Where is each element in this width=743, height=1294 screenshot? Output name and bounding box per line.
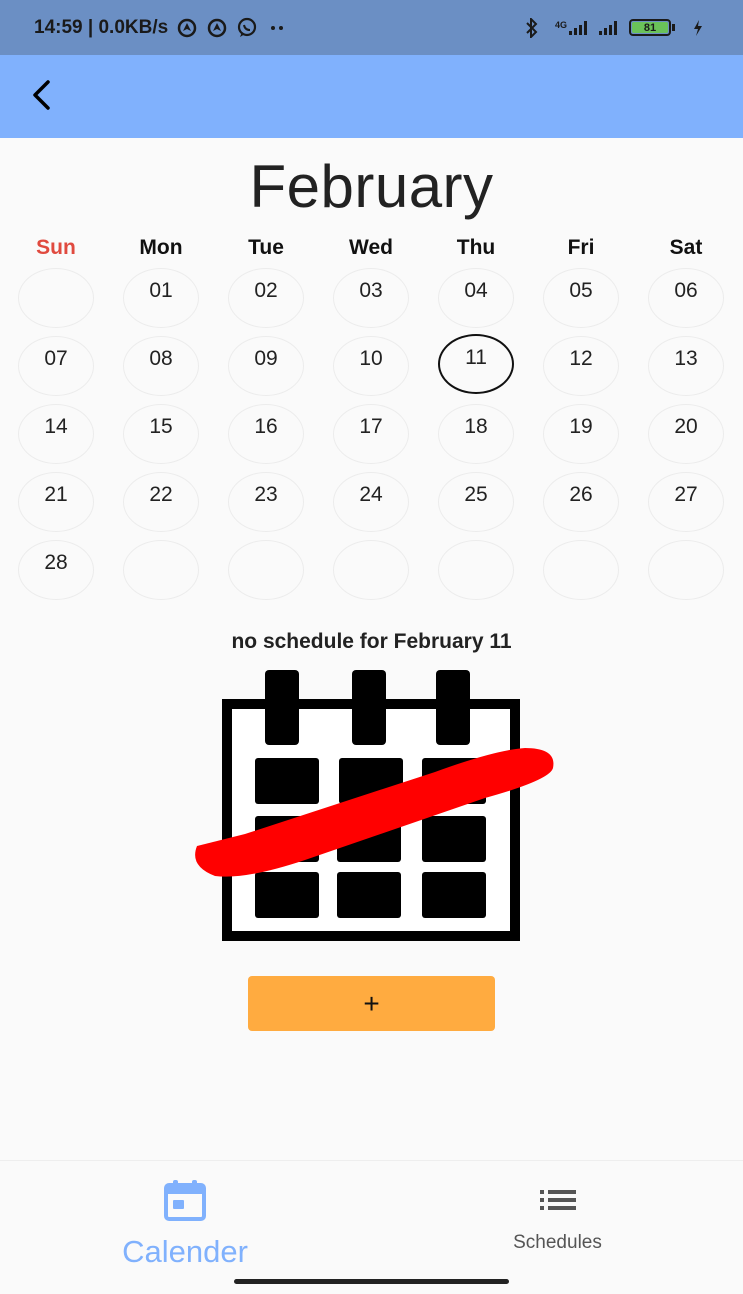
weekday-thu: Thu [456, 236, 496, 259]
day-cell[interactable]: 25 [438, 472, 514, 532]
signal-4g: 4G [554, 19, 587, 35]
weekday-sat: Sat [669, 236, 703, 259]
home-indicator[interactable] [234, 1279, 509, 1284]
weekday-fri: Fri [567, 236, 595, 259]
day-cell[interactable]: 16 [228, 404, 304, 464]
signal-icon [569, 20, 587, 35]
no-schedule-message: no schedule for February 11 [231, 630, 512, 653]
list-icon [539, 1189, 577, 1216]
day-cell[interactable]: 26 [543, 472, 619, 532]
add-button-label: + [363, 987, 380, 1019]
battery-tip [672, 24, 675, 31]
day-cell[interactable]: 10 [333, 336, 409, 396]
bottom-navigation: Calender Schedules [0, 1160, 743, 1272]
day-cell[interactable]: 19 [543, 404, 619, 464]
day-cell-empty[interactable] [438, 540, 514, 600]
weekday-tue: Tue [248, 236, 284, 259]
day-cell[interactable]: 09 [228, 336, 304, 396]
battery-indicator: 81 [629, 19, 675, 36]
day-cell[interactable]: 17 [333, 404, 409, 464]
day-cell[interactable]: 23 [228, 472, 304, 532]
day-cell-empty[interactable] [228, 540, 304, 600]
status-right: 4G 81 [521, 17, 709, 39]
network-type-label: 4G [554, 19, 567, 30]
day-cell[interactable]: 05 [543, 268, 619, 328]
day-cell[interactable]: 22 [123, 472, 199, 532]
signal-icon [599, 20, 617, 35]
nav-label-calendar: Calender [122, 1234, 248, 1269]
day-cell[interactable]: 24 [333, 472, 409, 532]
day-cell[interactable]: 06 [648, 268, 724, 328]
calendar-icon [162, 1179, 208, 1226]
day-cell-selected[interactable]: 11 [438, 334, 514, 394]
day-cell-empty[interactable] [648, 540, 724, 600]
nav-item-calendar[interactable]: Calender [90, 1161, 280, 1273]
no-events-calendar-icon [185, 668, 560, 943]
day-cell[interactable]: 27 [648, 472, 724, 532]
day-cell[interactable]: 03 [333, 268, 409, 328]
status-bar: 14:59 | 0.0KB/s 4G 81 [0, 0, 743, 55]
weekday-mon: Mon [139, 236, 183, 259]
day-cell[interactable]: 07 [18, 336, 94, 396]
day-cell[interactable]: 13 [648, 336, 724, 396]
back-arrow-icon [28, 78, 56, 117]
day-cell[interactable]: 15 [123, 404, 199, 464]
status-time: 14:59 | 0.0KB/s [34, 16, 169, 38]
gps-icon [176, 17, 198, 39]
day-cell[interactable]: 01 [123, 268, 199, 328]
day-cell[interactable]: 28 [18, 540, 94, 600]
add-schedule-button[interactable]: + [248, 976, 495, 1031]
day-cell[interactable]: 08 [123, 336, 199, 396]
day-cell-empty[interactable] [18, 268, 94, 328]
nav-item-schedules[interactable]: Schedules [470, 1161, 645, 1273]
day-cell[interactable]: 21 [18, 472, 94, 532]
day-cell[interactable]: 02 [228, 268, 304, 328]
whatsapp-icon [236, 17, 258, 39]
day-cell[interactable]: 14 [18, 404, 94, 464]
nav-label-schedules: Schedules [513, 1232, 602, 1253]
day-cell[interactable]: 12 [543, 336, 619, 396]
weekday-sun: Sun [36, 236, 76, 259]
battery-level: 81 [632, 22, 668, 34]
charging-icon [687, 17, 709, 39]
app-bar [0, 55, 743, 138]
day-cell-empty[interactable] [123, 540, 199, 600]
month-title: February [249, 153, 494, 220]
day-cell[interactable]: 04 [438, 268, 514, 328]
battery-body: 81 [629, 19, 671, 36]
status-left: 14:59 | 0.0KB/s [34, 17, 288, 39]
gps-icon [206, 17, 228, 39]
day-cell[interactable]: 18 [438, 404, 514, 464]
bluetooth-icon [521, 17, 543, 39]
back-button[interactable] [22, 75, 62, 119]
day-cell-empty[interactable] [333, 540, 409, 600]
day-cell[interactable]: 20 [648, 404, 724, 464]
weekday-wed: Wed [349, 236, 393, 259]
weekday-header: Sun Mon Tue Wed Thu Fri Sat [0, 236, 743, 266]
more-dots-icon [266, 17, 288, 39]
day-cell-empty[interactable] [543, 540, 619, 600]
